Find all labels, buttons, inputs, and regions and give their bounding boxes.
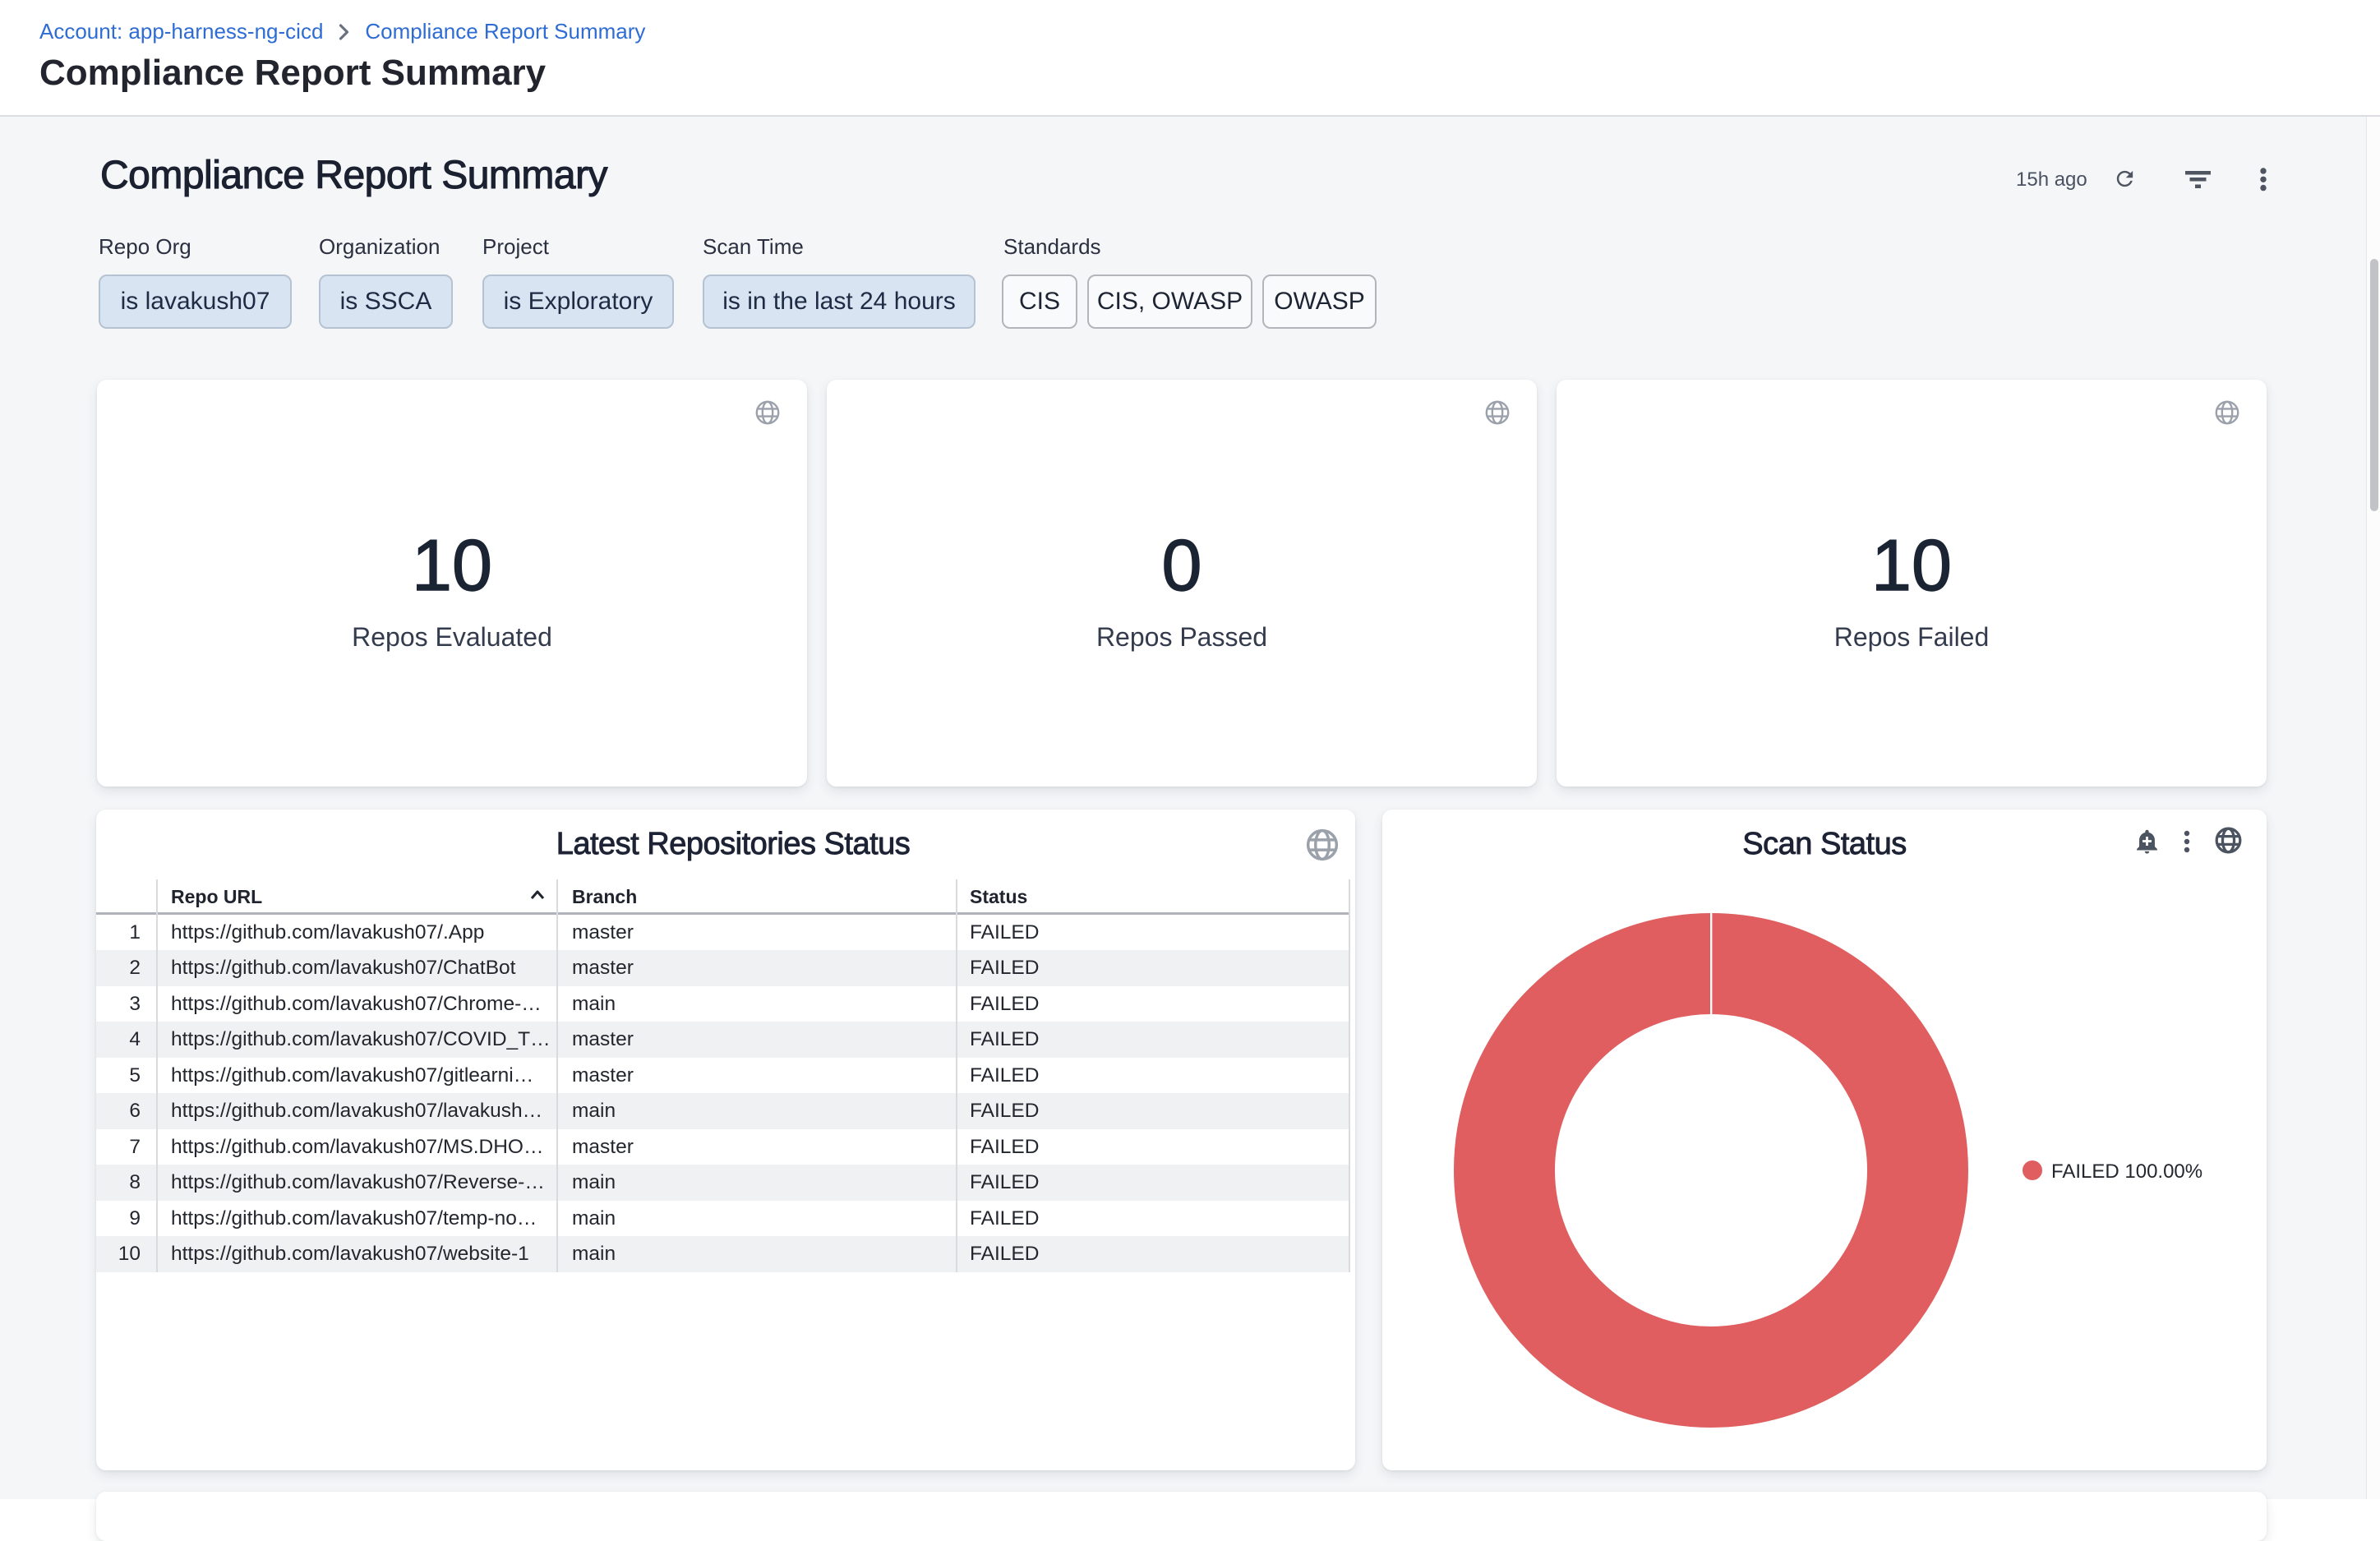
svg-text:FAILED 100.00%: FAILED 100.00% <box>2051 1160 2202 1183</box>
